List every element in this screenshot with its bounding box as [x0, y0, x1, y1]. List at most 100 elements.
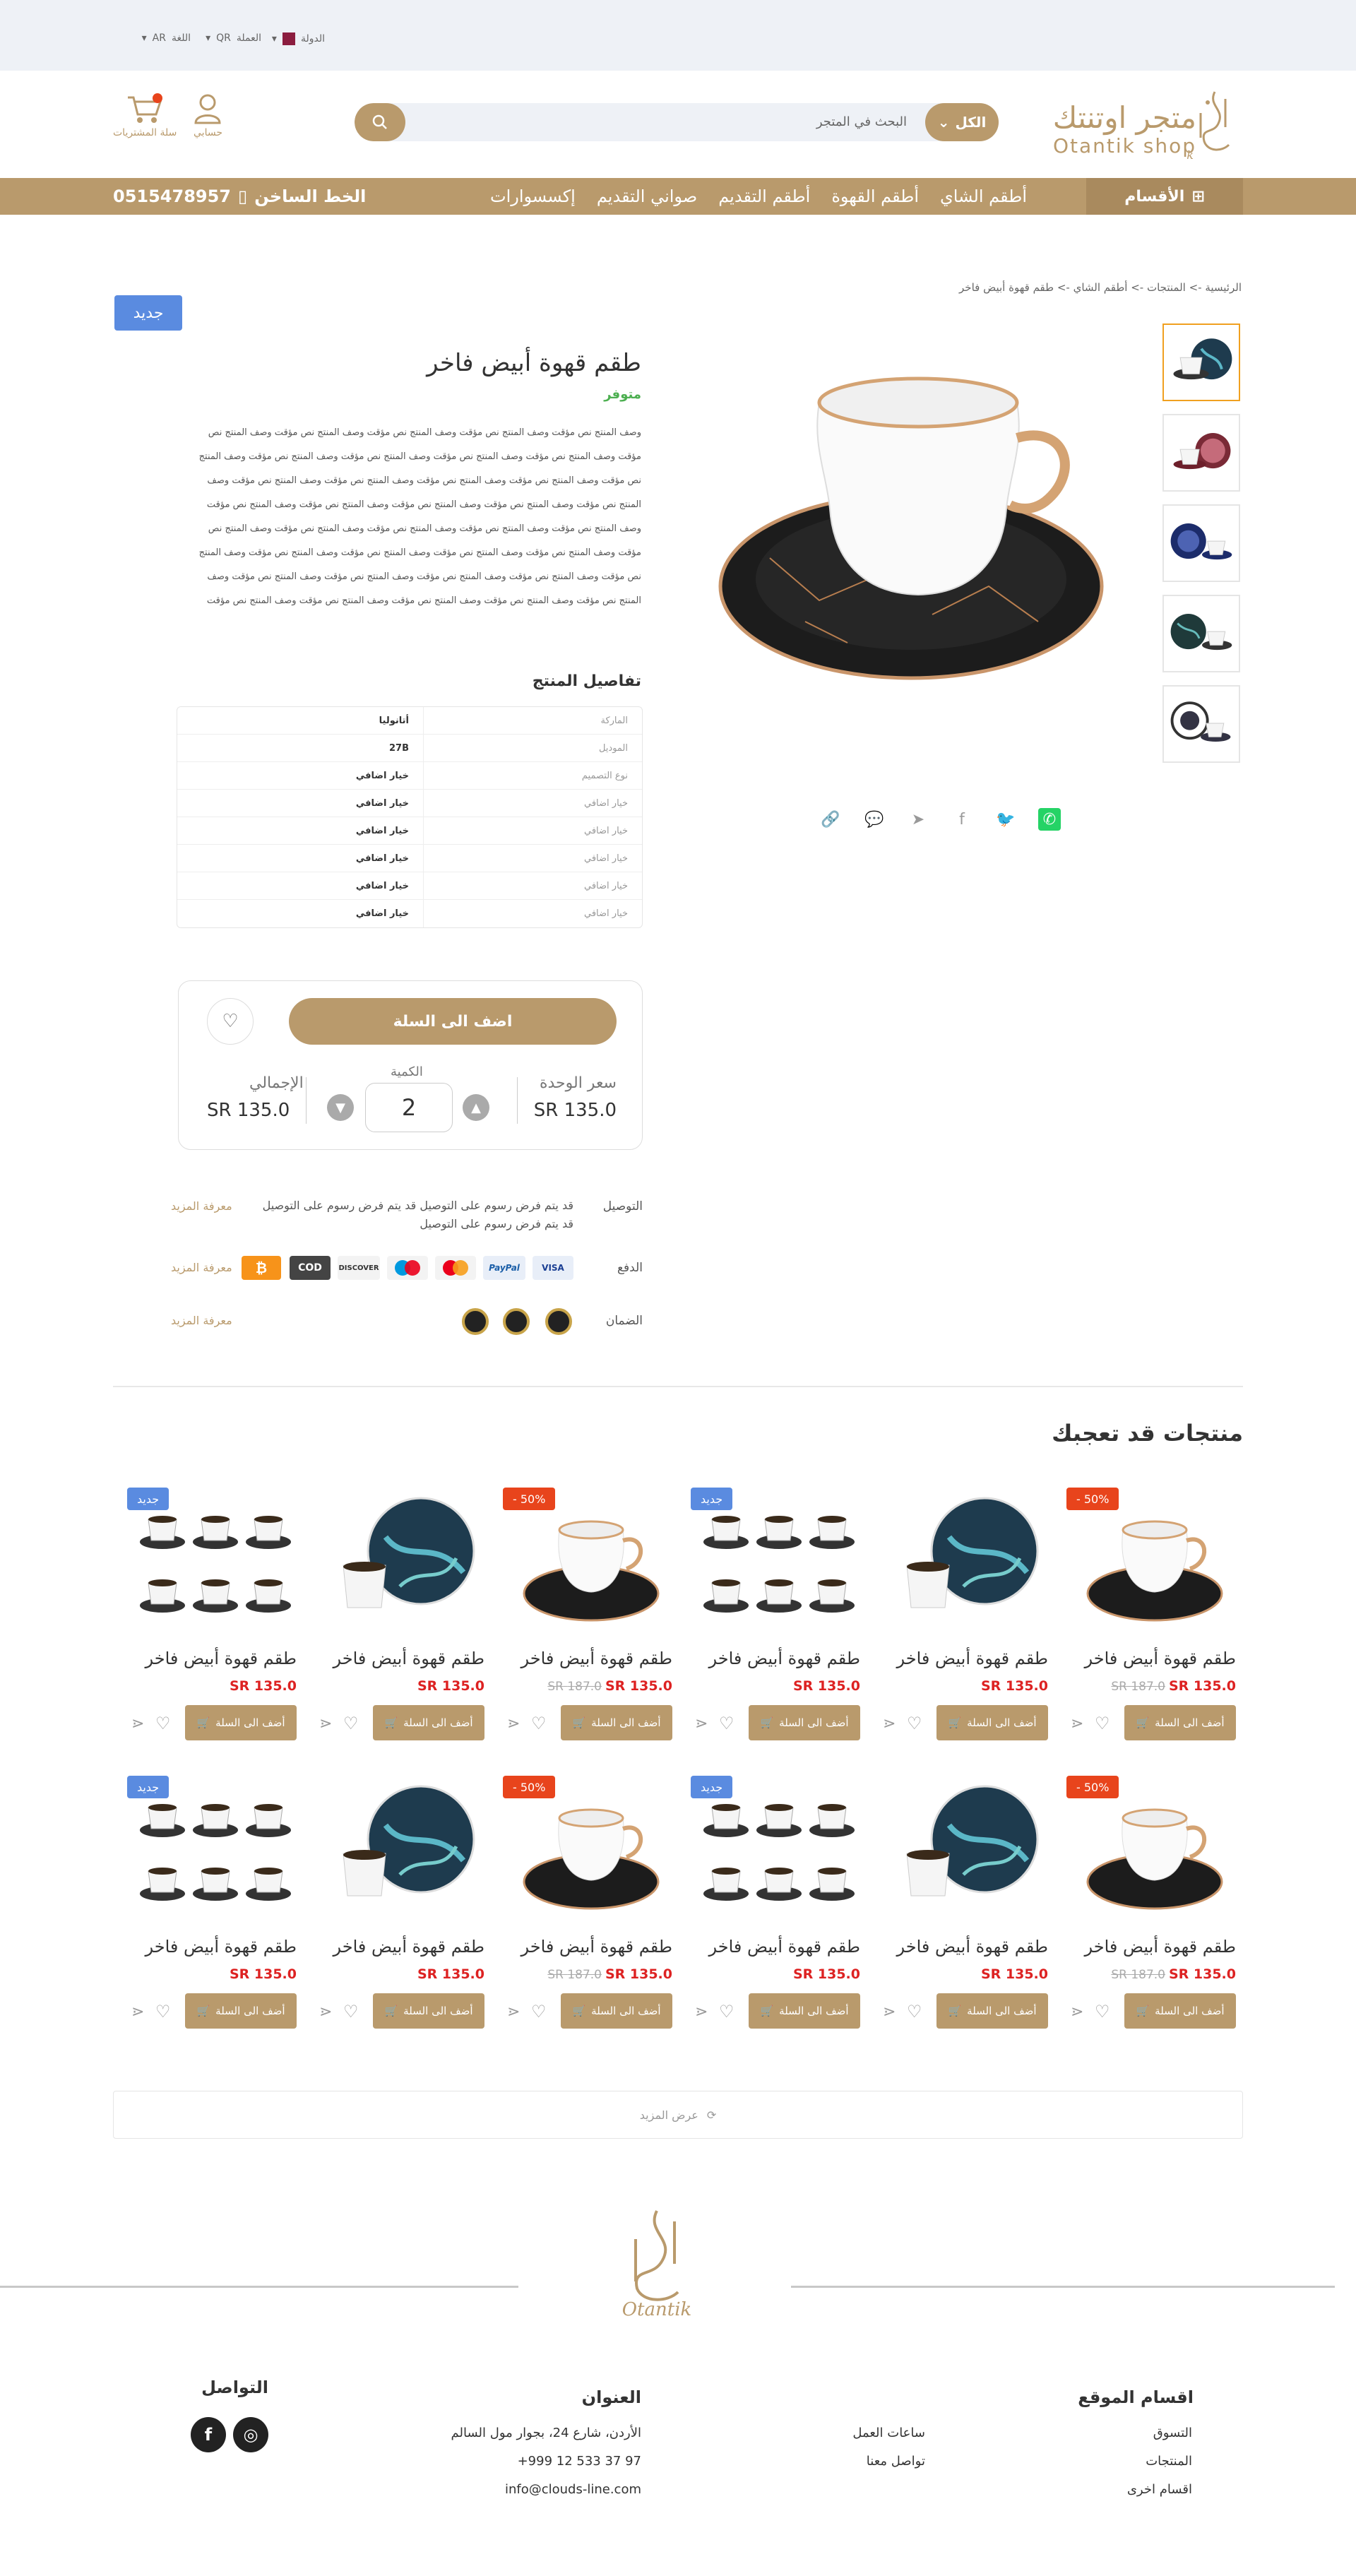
product-card[interactable]: طقم قهوة أبيض فاخر 135.0 SR أضف الى السلة 🛒… [879, 1488, 1055, 1742]
product-card[interactable]: 50% - طقم قهوة أبيض فاخر 135.0 SR 187.0 SR أ… [1066, 1488, 1243, 1742]
nav-link-serving-trays[interactable]: صواني التقديم [597, 186, 697, 206]
footer-link[interactable]: التسوق [1153, 2426, 1192, 2440]
add-to-cart-button[interactable]: اضف الى السلة [289, 998, 617, 1045]
product-card-add-to-cart-button[interactable]: أضف الى السلة 🛒 [1124, 1993, 1236, 2029]
product-card-name[interactable]: طقم قهوة أبيض فاخر [897, 1649, 1048, 1668]
product-card-image[interactable] [886, 1776, 1048, 1924]
account-button[interactable]: حسابي [194, 93, 222, 138]
share-icon[interactable]: ⋖ [883, 2003, 896, 2021]
heart-icon[interactable]: ♡ [719, 2002, 734, 2022]
product-card-add-to-cart-button[interactable]: أضف الى السلة 🛒 [1124, 1705, 1236, 1740]
share-icon[interactable]: ⋖ [507, 2003, 520, 2021]
product-card[interactable]: جديد طقم قهوة أبيض فاخر 135.0 SR أضف الى ال… [691, 1776, 867, 2030]
quantity-increase-button[interactable]: ▲ [463, 1094, 489, 1121]
product-card-add-to-cart-button[interactable]: أضف الى السلة 🛒 [561, 1993, 672, 2029]
product-card-name[interactable]: طقم قهوة أبيض فاخر [145, 1937, 297, 1957]
product-card-name[interactable]: طقم قهوة أبيض فاخر [709, 1649, 860, 1668]
product-thumbnail[interactable] [1162, 414, 1240, 492]
guarantee-more-link[interactable]: معرفة المزيد [171, 1314, 232, 1327]
product-card-image[interactable] [886, 1488, 1048, 1636]
footer-link[interactable]: اقسام اخرى [1127, 2482, 1192, 2497]
share-icon[interactable]: ⋖ [695, 1715, 708, 1733]
share-icon[interactable]: ⋖ [883, 1715, 896, 1733]
product-card-add-to-cart-button[interactable]: أضف الى السلة 🛒 [185, 1705, 297, 1740]
heart-icon[interactable]: ♡ [531, 2002, 547, 2022]
logo-english-text[interactable]: Otantik shop [1053, 134, 1196, 158]
heart-icon[interactable]: ♡ [907, 1714, 922, 1733]
heart-icon[interactable]: ♡ [155, 1714, 171, 1733]
quantity-input[interactable]: 2 [365, 1083, 453, 1132]
delivery-more-link[interactable]: معرفة المزيد [171, 1199, 232, 1213]
product-card[interactable]: جديد طقم قهوة أبيض فاخر 135.0 SR أضف الى ال… [127, 1488, 304, 1742]
product-card-add-to-cart-button[interactable]: أضف الى السلة 🛒 [936, 1705, 1048, 1740]
nav-link-tea-sets[interactable]: أطقم الشاي [940, 186, 1027, 206]
categories-menu-button[interactable]: ⊞ الأقسام [1086, 178, 1243, 215]
quantity-decrease-button[interactable]: ▼ [327, 1094, 354, 1121]
footer-link[interactable]: ساعات العمل [852, 2426, 925, 2440]
product-card-name[interactable]: طقم قهوة أبيض فاخر [333, 1937, 484, 1957]
product-thumbnail[interactable] [1162, 595, 1240, 672]
sms-share-icon[interactable]: 💬 [863, 808, 886, 831]
nav-link-coffee-sets[interactable]: أطقم القهوة [831, 186, 919, 206]
footer-link[interactable]: المنتجات [1146, 2454, 1192, 2469]
product-card-name[interactable]: طقم قهوة أبيض فاخر [521, 1937, 672, 1957]
product-card-add-to-cart-button[interactable]: أضف الى السلة 🛒 [936, 1993, 1048, 2029]
product-card-add-to-cart-button[interactable]: أضف الى السلة 🛒 [185, 1993, 297, 2029]
share-icon[interactable]: ⋖ [695, 2003, 708, 2021]
product-card[interactable]: 50% - طقم قهوة أبيض فاخر 135.0 SR 187.0 SR أ… [503, 1776, 679, 2030]
cart-button[interactable]: سلة المشتريات [113, 93, 177, 138]
product-card-image[interactable] [322, 1488, 484, 1636]
share-icon[interactable]: ⋖ [319, 2003, 332, 2021]
search-category-select[interactable]: الكل ⌄ [925, 103, 999, 141]
search-input[interactable]: البحث في المتجر [816, 114, 907, 129]
product-card[interactable]: طقم قهوة أبيض فاخر 135.0 SR أضف الى السلة 🛒… [879, 1776, 1055, 2030]
share-icon[interactable]: ⋖ [507, 1715, 520, 1733]
share-icon[interactable]: ⋖ [131, 1715, 144, 1733]
twitter-share-icon[interactable]: 🐦 [994, 808, 1017, 831]
heart-icon[interactable]: ♡ [907, 2002, 922, 2022]
heart-icon[interactable]: ♡ [531, 1714, 547, 1733]
product-main-image[interactable] [706, 332, 1130, 728]
search-button[interactable] [355, 103, 405, 141]
breadcrumb[interactable]: الرئيسية -> المنتجات -> أطقم الشاي -> طق… [959, 281, 1242, 294]
product-card-name[interactable]: طقم قهوة أبيض فاخر [1085, 1649, 1236, 1668]
facebook-icon[interactable]: f [191, 2417, 226, 2452]
heart-icon[interactable]: ♡ [1095, 2002, 1110, 2022]
logo-arabic-text[interactable]: متجر اوتنتك [1053, 100, 1196, 135]
wishlist-button[interactable]: ♡ [207, 998, 254, 1045]
product-thumbnail[interactable] [1162, 324, 1240, 401]
product-card-name[interactable]: طقم قهوة أبيض فاخر [1085, 1937, 1236, 1957]
copy-link-icon[interactable]: 🔗 [819, 808, 842, 831]
facebook-share-icon[interactable]: f [951, 808, 973, 831]
product-card[interactable]: جديد طقم قهوة أبيض فاخر 135.0 SR أضف الى ال… [691, 1488, 867, 1742]
instagram-icon[interactable]: ◎ [233, 2417, 268, 2452]
product-card-add-to-cart-button[interactable]: أضف الى السلة 🛒 [749, 1993, 860, 2029]
product-card-name[interactable]: طقم قهوة أبيض فاخر [333, 1649, 484, 1668]
product-card[interactable]: 50% - طقم قهوة أبيض فاخر 135.0 SR 187.0 SR أ… [1066, 1776, 1243, 2030]
product-card[interactable]: طقم قهوة أبيض فاخر 135.0 SR أضف الى السلة 🛒… [315, 1488, 492, 1742]
product-card-add-to-cart-button[interactable]: أضف الى السلة 🛒 [373, 1705, 484, 1740]
heart-icon[interactable]: ♡ [343, 1714, 359, 1733]
heart-icon[interactable]: ♡ [1095, 1714, 1110, 1733]
payment-more-link[interactable]: معرفة المزيد [171, 1261, 232, 1274]
product-card-add-to-cart-button[interactable]: أضف الى السلة 🛒 [561, 1705, 672, 1740]
telegram-share-icon[interactable]: ➤ [907, 808, 929, 831]
product-card-name[interactable]: طقم قهوة أبيض فاخر [521, 1649, 672, 1668]
product-card-name[interactable]: طقم قهوة أبيض فاخر [145, 1649, 297, 1668]
product-card-add-to-cart-button[interactable]: أضف الى السلة 🛒 [749, 1705, 860, 1740]
product-thumbnail[interactable] [1162, 504, 1240, 582]
product-card-name[interactable]: طقم قهوة أبيض فاخر [709, 1937, 860, 1957]
hotline-number[interactable]: 0515478957 [113, 186, 231, 206]
product-card-add-to-cart-button[interactable]: أضف الى السلة 🛒 [373, 1993, 484, 2029]
currency-selector[interactable]: العملة QR ▾ [206, 32, 261, 44]
product-card[interactable]: 50% - طقم قهوة أبيض فاخر 135.0 SR 187.0 SR أ… [503, 1488, 679, 1742]
footer-logo-icon[interactable]: Otantik [607, 2204, 706, 2324]
product-card[interactable]: طقم قهوة أبيض فاخر 135.0 SR أضف الى السلة 🛒… [315, 1776, 492, 2030]
nav-link-accessories[interactable]: إكسسوارات [490, 186, 576, 206]
share-icon[interactable]: ⋖ [319, 1715, 332, 1733]
product-thumbnail[interactable] [1162, 685, 1240, 763]
heart-icon[interactable]: ♡ [155, 2002, 171, 2022]
language-selector[interactable]: اللغة AR ▾ [142, 32, 191, 44]
share-icon[interactable]: ⋖ [1071, 2003, 1083, 2021]
product-card-name[interactable]: طقم قهوة أبيض فاخر [897, 1937, 1048, 1957]
